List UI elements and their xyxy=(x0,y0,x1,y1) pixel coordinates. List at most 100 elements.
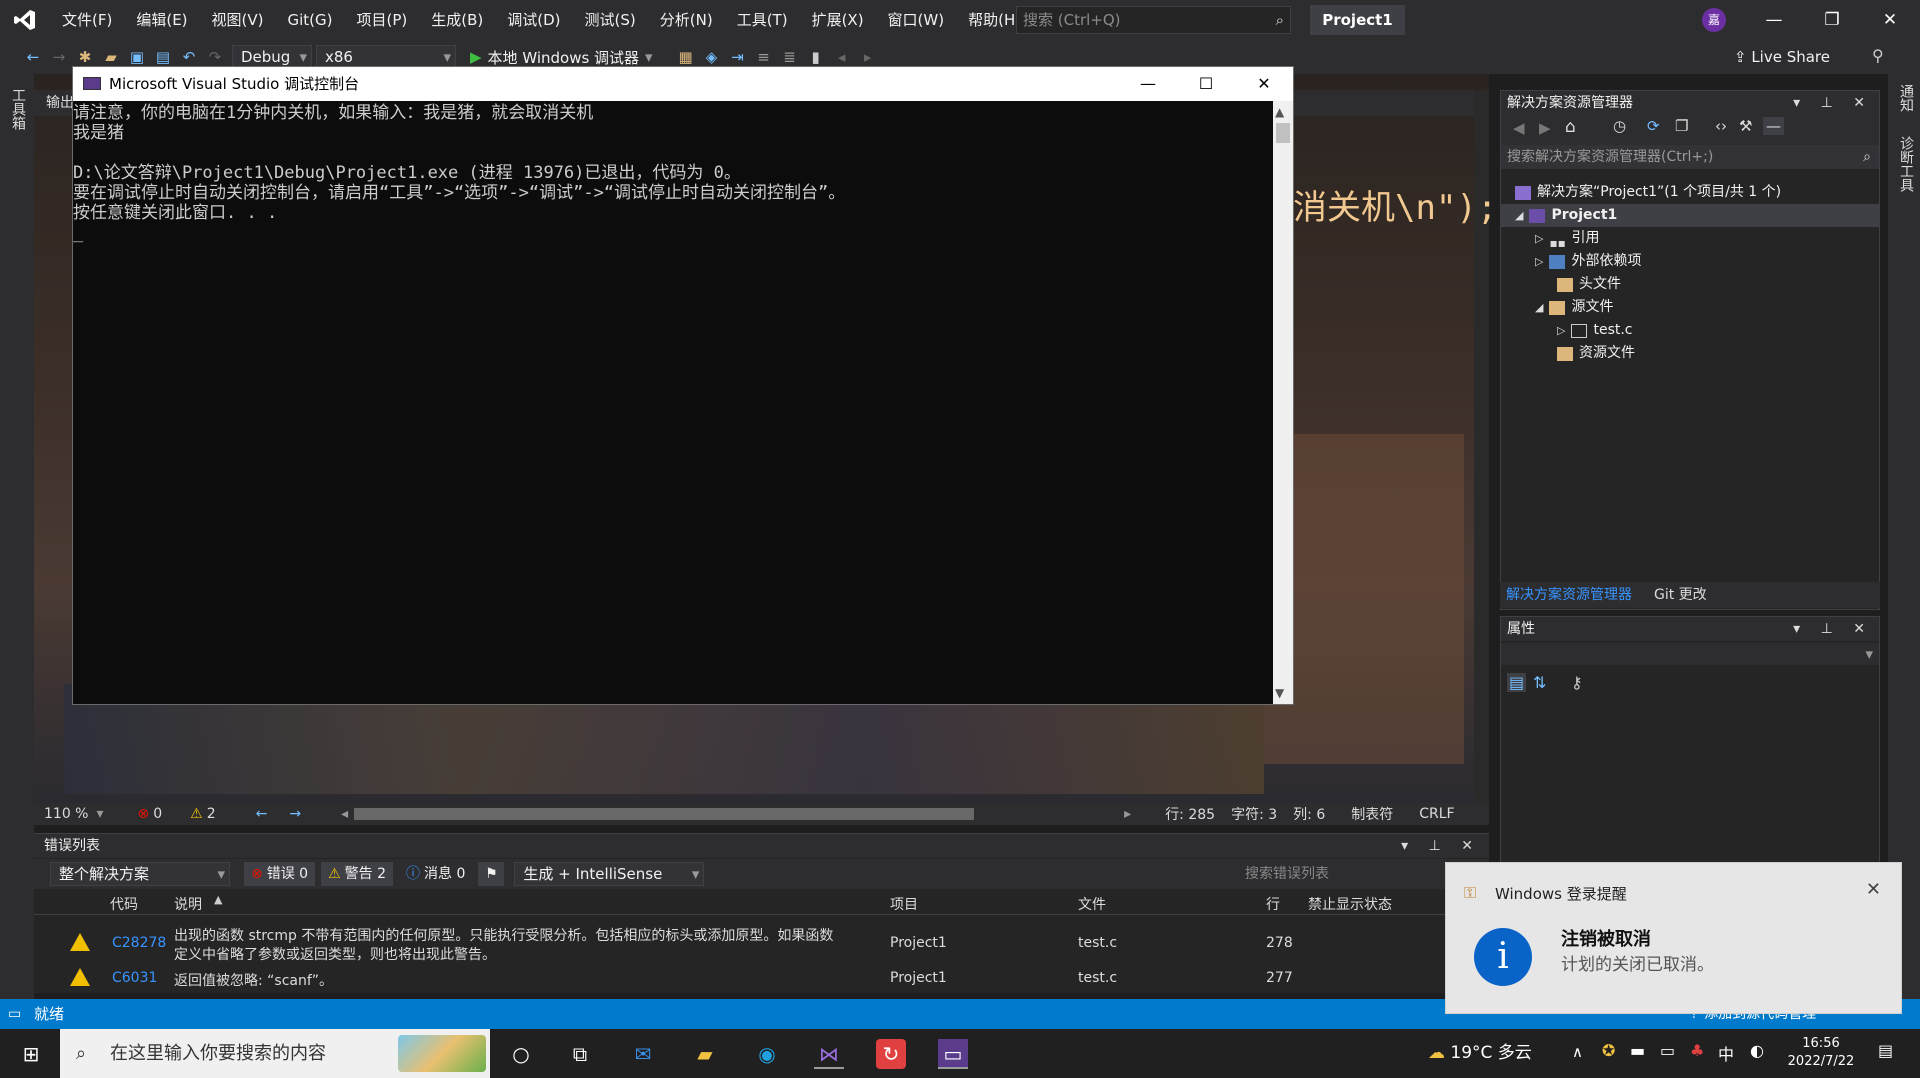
windows-start-icon[interactable]: ⊞ xyxy=(16,1039,46,1069)
tree-item-test-c[interactable]: ▷ test.c xyxy=(1557,319,1633,342)
column-file[interactable]: 文件 xyxy=(1078,894,1106,914)
column-suppression[interactable]: 禁止显示状态 xyxy=(1308,894,1392,914)
column-project[interactable]: 项目 xyxy=(890,894,918,914)
solution-search-input[interactable]: 搜索解决方案资源管理器(Ctrl+;) ⌕ xyxy=(1501,145,1879,169)
scroll-up-icon[interactable]: ▲ xyxy=(1275,105,1284,119)
error-count[interactable]: 0 xyxy=(153,806,162,822)
column-description[interactable]: 说明 xyxy=(174,894,202,914)
chevron-down-icon[interactable]: ▾ xyxy=(645,48,653,66)
pin-icon[interactable]: — xyxy=(1763,117,1784,135)
console-output[interactable]: 请注意，你的电脑在1分钟内关机，如果输入：我是猪，就会取消关机 我是猪 D:\论文答… xyxy=(73,101,1273,704)
start-debug-icon[interactable]: ▶ xyxy=(470,48,482,66)
back-arrow-icon[interactable]: ← xyxy=(20,45,46,69)
diagnostic-tools-tab[interactable]: 诊断工具 xyxy=(1896,136,1916,192)
run-debugger-button[interactable]: 本地 Windows 调试器 xyxy=(488,47,640,68)
scroll-down-icon[interactable]: ▼ xyxy=(1275,686,1284,700)
network-icon[interactable]: ▭ xyxy=(1660,1041,1675,1060)
live-share-button[interactable]: ⇪ Live Share xyxy=(1734,48,1830,66)
console-scrollbar[interactable]: ▲ ▼ xyxy=(1273,101,1293,704)
tree-item-resources[interactable]: 资源文件 xyxy=(1557,342,1635,365)
console-close-button[interactable]: ✕ xyxy=(1235,67,1293,101)
volume-icon[interactable]: ◐ xyxy=(1750,1041,1764,1060)
menu-item[interactable]: 窗口(W) xyxy=(876,0,957,40)
build-filter-dropdown[interactable]: 生成 + IntelliSense xyxy=(514,862,705,886)
table-row[interactable]: C6031 返回值被忽略: “scanf”。 Project1 test.c 2… xyxy=(34,967,1489,991)
project-node[interactable]: ◢ Project1 xyxy=(1501,204,1879,227)
menu-item[interactable]: 分析(N) xyxy=(648,0,725,40)
vs-search-box[interactable]: 搜索 (Ctrl+Q) ⌕ xyxy=(1016,6,1291,34)
tab-solution-explorer[interactable]: 解决方案资源管理器 xyxy=(1506,582,1632,608)
debug-console-window[interactable]: Microsoft Visual Studio 调试控制台 — ☐ ✕ 请注意，… xyxy=(72,66,1294,705)
tray-expand-icon[interactable]: ∧ xyxy=(1572,1043,1583,1061)
tray-app-icon[interactable]: ✪ xyxy=(1602,1041,1615,1060)
debug-console-taskbar-icon[interactable]: ▭ xyxy=(938,1039,968,1069)
error-search-input[interactable]: 搜索错误列表 xyxy=(1239,862,1449,886)
menu-item[interactable]: 扩展(X) xyxy=(800,0,876,40)
sync-icon[interactable]: ⟳ xyxy=(1647,117,1660,135)
feedback-icon[interactable]: ⚲ xyxy=(1872,46,1884,65)
code-view-icon[interactable]: ‹› xyxy=(1715,117,1727,135)
file-explorer-icon[interactable]: ▰ xyxy=(690,1039,720,1069)
menu-item[interactable]: 编辑(E) xyxy=(124,0,199,40)
indent-mode[interactable]: 制表符 xyxy=(1351,804,1393,824)
properties-object-selector[interactable]: ▾ xyxy=(1501,643,1879,665)
cortana-icon[interactable]: ○ xyxy=(506,1039,536,1069)
tab-git-changes[interactable]: Git 更改 xyxy=(1654,582,1707,608)
edge-browser-icon[interactable]: ◉ xyxy=(752,1039,782,1069)
menu-item[interactable]: 文件(F) xyxy=(50,0,124,40)
home-icon[interactable]: ⌂ xyxy=(1565,117,1576,137)
scope-dropdown[interactable]: 整个解决方案 xyxy=(50,862,230,886)
visual-studio-taskbar-icon[interactable]: ⋈ xyxy=(814,1039,844,1069)
visual-studio-logo-icon[interactable] xyxy=(0,0,50,40)
battery-icon[interactable]: ▬ xyxy=(1630,1041,1645,1060)
scroll-right-icon[interactable]: ▸ xyxy=(1124,806,1131,822)
panel-pin-close-icons[interactable]: ▾ ⊥ ✕ xyxy=(1793,91,1873,115)
notifications-tab[interactable]: 通知 xyxy=(1896,84,1916,112)
warnings-filter-button[interactable]: ⚠ 警告 2 xyxy=(321,862,394,886)
prev-issue-icon[interactable]: ← xyxy=(256,806,268,822)
forward-icon[interactable]: ▶ xyxy=(1539,119,1551,137)
ime-indicator[interactable]: 中 xyxy=(1718,1041,1734,1065)
avatar[interactable]: 嘉 xyxy=(1702,8,1726,32)
menu-item[interactable]: 视图(V) xyxy=(200,0,276,40)
mail-icon[interactable]: ✉ xyxy=(628,1039,658,1069)
toolbox-tab[interactable]: 工具箱 xyxy=(8,88,28,130)
panel-pin-close-icons[interactable]: ▾ ⊥ ✕ xyxy=(1401,834,1481,858)
menu-item[interactable]: 调试(D) xyxy=(495,0,572,40)
categorized-icon[interactable]: ▤ xyxy=(1507,673,1527,692)
tree-item-headers[interactable]: 头文件 xyxy=(1557,273,1621,296)
task-view-icon[interactable]: ⧉ xyxy=(565,1039,595,1069)
console-scroll-thumb[interactable] xyxy=(1276,123,1290,143)
console-minimize-button[interactable]: — xyxy=(1119,67,1177,101)
column-line[interactable]: 行 xyxy=(1266,894,1280,914)
taskbar-clock[interactable]: 16:56 2022/7/22 xyxy=(1786,1035,1856,1071)
table-row[interactable]: C28278 出现的函数 strcmp 不带有范围内的任何原型。只能执行受限分析… xyxy=(34,925,1489,963)
warning-count[interactable]: 2 xyxy=(207,806,216,822)
zoom-level[interactable]: 110 % xyxy=(44,806,88,822)
filter-icon[interactable]: ⚑ xyxy=(478,862,505,886)
alphabetical-icon[interactable]: ⇅ xyxy=(1533,673,1546,692)
maximize-button[interactable]: ❐ xyxy=(1803,0,1861,40)
solution-node[interactable]: 解决方案“Project1”(1 个项目/共 1 个) xyxy=(1515,181,1781,204)
warning-code-link[interactable]: C28278 xyxy=(112,935,166,951)
toast-close-button[interactable]: ✕ xyxy=(1866,879,1881,900)
errors-filter-button[interactable]: ⊗ 错误 0 xyxy=(244,862,316,886)
close-button[interactable]: ✕ xyxy=(1861,0,1919,40)
scroll-left-icon[interactable]: ◂ xyxy=(341,806,348,822)
app-red-icon[interactable]: ↻ xyxy=(876,1039,906,1069)
line-ending[interactable]: CRLF xyxy=(1419,806,1454,822)
code-line-fragment[interactable]: 消关机\n"); xyxy=(1293,180,1497,229)
console-title-bar[interactable]: Microsoft Visual Studio 调试控制台 — ☐ ✕ xyxy=(73,67,1293,101)
output-tab[interactable]: 输出 xyxy=(46,92,74,112)
weather-widget[interactable]: ☁ 19°C 多云 xyxy=(1428,1029,1532,1078)
menu-item[interactable]: 测试(S) xyxy=(573,0,648,40)
back-icon[interactable]: ◀ xyxy=(1513,119,1525,137)
menu-item[interactable]: 工具(T) xyxy=(725,0,800,40)
history-icon[interactable]: ◷ xyxy=(1613,117,1626,135)
tree-item-references[interactable]: ▷ ▪▪ 引用 xyxy=(1535,227,1599,250)
chevron-down-icon[interactable]: ▾ xyxy=(96,806,103,822)
logon-reminder-toast[interactable]: ⚿ Windows 登录提醒 ✕ i 注销被取消 计划的关闭已取消。 xyxy=(1445,862,1902,1014)
property-pages-icon[interactable]: ⚷ xyxy=(1571,673,1583,692)
column-code[interactable]: 代码 xyxy=(110,894,138,914)
next-issue-icon[interactable]: → xyxy=(289,806,301,822)
